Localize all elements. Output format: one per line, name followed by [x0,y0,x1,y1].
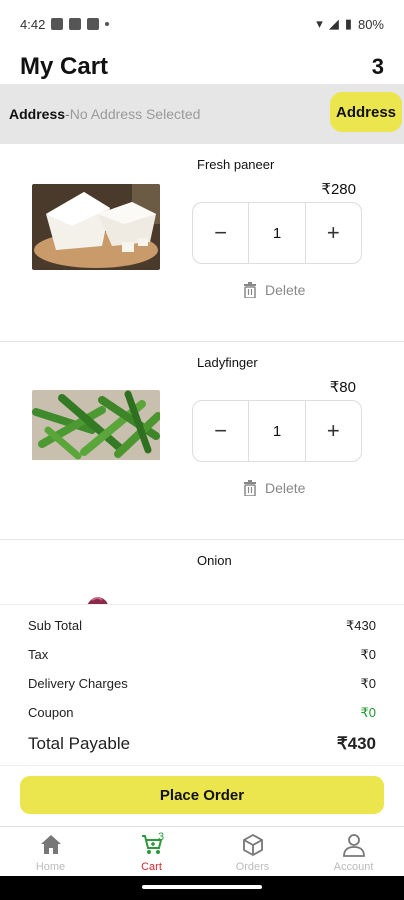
gesture-handle[interactable] [142,885,262,889]
trash-icon [244,282,256,298]
cart-count: 3 [371,54,384,79]
product-image-paneer [32,184,160,270]
wifi-icon: ▾ [316,16,323,31]
nav-home-label: Home [35,861,66,873]
product-name: Ladyfinger [197,355,258,370]
product-name: Fresh paneer [197,157,275,172]
ladyfinger-image [32,390,160,460]
home-icon [40,835,61,854]
product-name: Onion [197,553,232,568]
nav-cart[interactable]: 3 Cart [101,827,202,876]
battery-icon: ▮ [344,16,352,31]
status-right: ▾ ◢ ▮ 80% [316,16,384,32]
order-summary: Sub Total ₹430 Tax ₹0 Delivery Charges ₹… [0,604,404,766]
notification-icon [69,18,82,30]
user-icon [342,834,365,857]
nav-orders[interactable]: Orders [202,827,303,876]
onion-image [32,576,160,604]
product-price: ₹80 [329,379,356,396]
sub-total-value: ₹430 [346,618,376,633]
sub-total-label: Sub Total [28,618,82,633]
tax-row: Tax ₹0 [28,647,376,663]
nav-home[interactable]: Home [0,827,101,876]
cart-item: Ladyfinger ₹80 − 1 + Delete [0,342,404,540]
decrease-quantity-button[interactable]: − [193,203,248,263]
cart-list[interactable]: Fresh paneer ₹280 − 1 + Delete Ladyfinge… [0,144,404,604]
nav-orders-label: Orders [235,861,270,873]
notification-icon [87,18,100,30]
nav-cart-label: Cart [141,861,162,873]
delete-label: Delete [265,480,306,496]
address-label: Address [9,106,66,122]
page-title: My Cart [20,53,109,80]
status-time: 4:42 [20,16,46,32]
quantity-stepper: − 1 + [192,400,362,462]
battery-level: 80% [357,16,384,32]
box-icon [242,833,263,857]
notification-icon [51,18,64,30]
product-image-ladyfinger [32,390,160,476]
address-button[interactable]: Address [330,92,402,132]
status-bar: 4:42 ▾ ◢ ▮ 80% [0,0,404,48]
coupon-label: Coupon [28,705,74,720]
place-order-button[interactable]: Place Order [20,776,384,814]
more-notifications-icon [105,22,110,26]
signal-icon: ◢ [328,16,339,31]
delivery-value: ₹0 [360,676,376,691]
increase-quantity-button[interactable]: + [304,401,361,461]
system-gesture-bar [0,876,404,900]
nav-account[interactable]: Account [303,827,404,876]
total-value: ₹430 [336,734,376,753]
decrease-quantity-button[interactable]: − [193,401,248,461]
delivery-label: Delivery Charges [28,676,128,691]
delivery-row: Delivery Charges ₹0 [28,676,376,692]
nav-account-label: Account [333,861,374,873]
status-left: 4:42 [20,16,110,32]
delete-label: Delete [265,282,306,298]
coupon-value: ₹0 [360,705,376,720]
increase-quantity-button[interactable]: + [304,203,361,263]
quantity-value: 1 [248,203,304,263]
delete-button[interactable]: Delete [243,282,305,298]
bottom-nav: Home 3 Cart Orders Account [0,826,404,876]
tax-label: Tax [28,647,49,662]
tax-value: ₹0 [360,647,376,662]
quantity-value: 1 [248,401,304,461]
coupon-row: Coupon ₹0 [28,705,376,721]
cart-item: Onion [0,540,404,604]
quantity-stepper: − 1 + [192,202,362,264]
address-value: No Address Selected [69,106,201,122]
total-label: Total Payable [28,734,131,753]
delete-button[interactable]: Delete [243,480,305,496]
paneer-image [32,184,160,270]
address-bar: Address - No Address Selected Address [0,84,404,144]
trash-icon [244,480,256,496]
cart-badge: 3 [158,831,165,843]
total-row: Total Payable ₹430 [28,734,376,754]
sub-total-row: Sub Total ₹430 [28,618,376,634]
cart-item: Fresh paneer ₹280 − 1 + Delete [0,144,404,342]
page-header: My Cart 3 [0,50,404,84]
product-image-onion [32,576,160,604]
product-price: ₹280 [321,181,356,198]
